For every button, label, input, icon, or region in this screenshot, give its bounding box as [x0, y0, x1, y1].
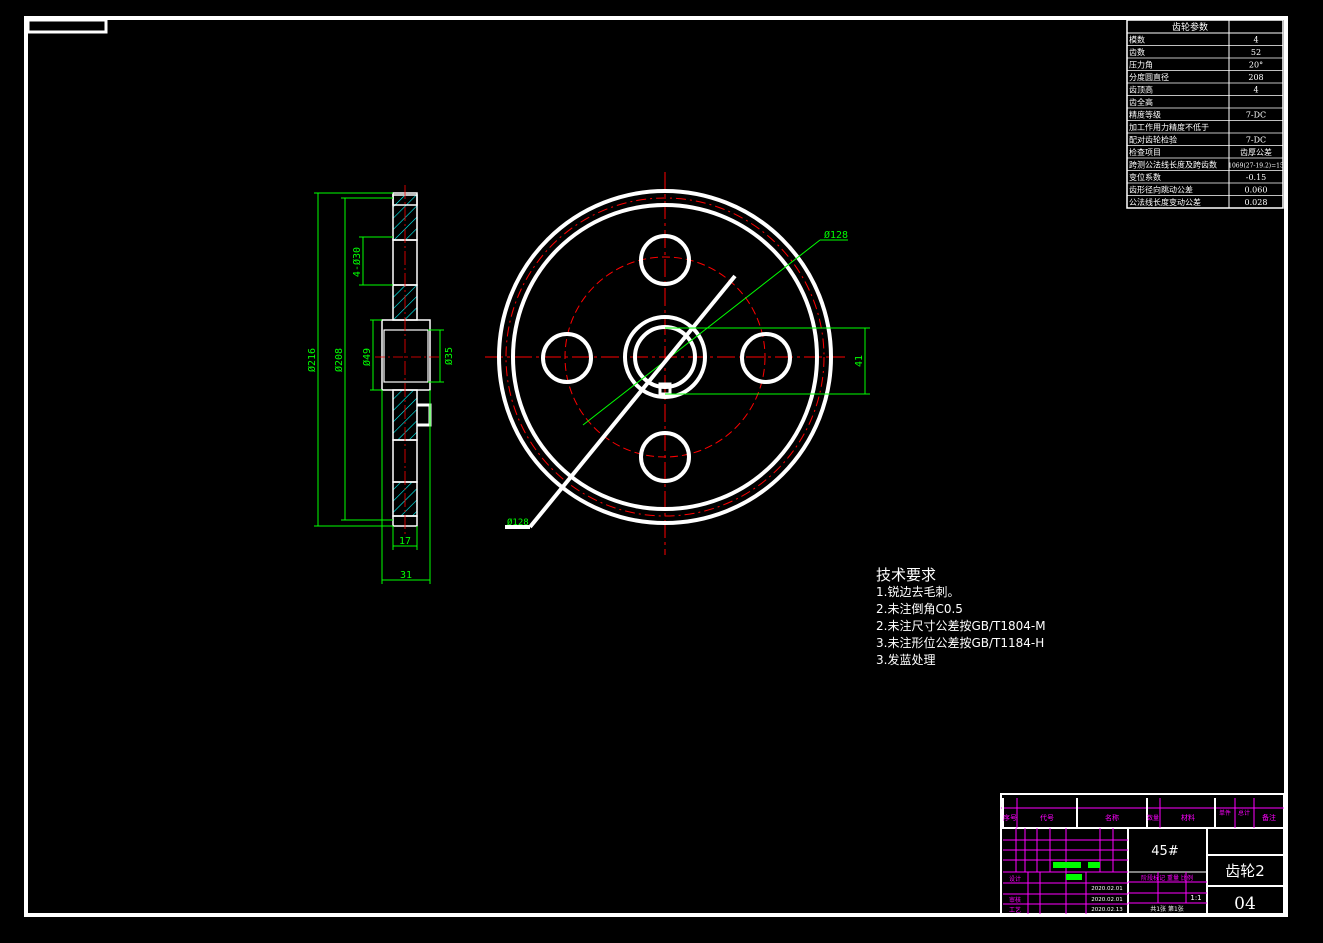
param-label: 跨测公法线长度及跨齿数 — [1129, 160, 1217, 170]
front-view: Ø128 Ø128 41 — [485, 172, 870, 555]
hdr-qty: 数量 — [1147, 814, 1159, 822]
param-value: -0.15 — [1246, 173, 1267, 182]
param-value: 1069(27-19.2)=15 — [1228, 163, 1284, 170]
hdr-name: 名称 — [1105, 813, 1119, 822]
hdr-code: 代号 — [1040, 813, 1054, 822]
cad-drawing: 齿轮参数 模数 4 齿数 52 压力角 20° 分度圆直径 208 齿顶高 4 齿全高精度等级 7-D… — [24, 16, 1288, 917]
tech-line-1: 1.锐边去毛刺。 — [876, 585, 960, 599]
leader-bottom-label: Ø128 — [507, 517, 529, 528]
param-label: 齿顶高 — [1129, 85, 1153, 95]
sign-green-bar-3 — [1066, 874, 1082, 880]
side-view: Ø216 Ø208 4-Ø30 Ø49 Ø35 17 31 — [306, 185, 455, 584]
param-value: 齿厚公差 — [1240, 147, 1272, 157]
sign-role-design: 设计 — [1009, 875, 1021, 883]
param-label: 变位系数 — [1129, 172, 1161, 182]
hdr-material: 材料 — [1181, 813, 1195, 822]
param-table-title: 齿轮参数 — [1172, 21, 1208, 33]
param-label: 配对齿轮检验 — [1129, 135, 1177, 145]
part-name: 齿轮2 — [1225, 862, 1265, 880]
param-label: 加工作用力精度不低于 — [1129, 122, 1209, 132]
dim-d35: Ø35 — [443, 347, 455, 365]
dim-d49: Ø49 — [361, 348, 373, 366]
tech-line-3: 2.未注尺寸公差按GB/T1804-M — [876, 619, 1046, 633]
param-value: 7-DC — [1246, 111, 1266, 120]
param-label: 齿形径向跳动公差 — [1129, 185, 1193, 195]
sheet-info: 共1张 第1张 — [1150, 905, 1184, 913]
param-value: 20° — [1249, 61, 1263, 70]
param-value: 52 — [1251, 48, 1261, 57]
hdr-remark: 备注 — [1262, 813, 1276, 822]
param-label: 齿数 — [1129, 47, 1145, 57]
leader-top-label: Ø128 — [824, 229, 848, 241]
sign-green-bar-1 — [1053, 862, 1081, 868]
param-label: 齿全高 — [1129, 97, 1153, 107]
hdr-unit: 单件 — [1219, 809, 1231, 817]
sign-date-process: 2020.02.13 — [1091, 907, 1123, 913]
tech-requirements: 技术要求 1.锐边去毛刺。 2.未注倒角C0.5 2.未注尺寸公差按GB/T18… — [876, 566, 1046, 669]
drawing-number: 04 — [1234, 894, 1256, 914]
material-value: 45# — [1151, 844, 1178, 859]
param-value: 4 — [1253, 86, 1258, 95]
corner-tag — [26, 18, 108, 34]
sign-date-review: 2020.02.01 — [1091, 897, 1123, 903]
hole-right — [740, 332, 792, 384]
param-label: 模数 — [1129, 35, 1145, 45]
dim-31: 31 — [400, 570, 412, 581]
keyway-dim-label: 41 — [854, 355, 865, 367]
tech-line-4: 3.未注形位公差按GB/T1184-H — [876, 636, 1045, 650]
sign-date-design: 2020.02.01 — [1091, 886, 1123, 892]
sign-role-process: 工艺 — [1009, 906, 1021, 914]
param-value: 0.028 — [1245, 198, 1268, 207]
param-label: 公法线长度变动公差 — [1129, 197, 1201, 207]
param-value: 208 — [1248, 73, 1263, 82]
dim-d216: Ø216 — [306, 348, 318, 372]
tech-title: 技术要求 — [876, 566, 937, 584]
tech-line-2: 2.未注倒角C0.5 — [876, 602, 963, 616]
param-label: 检查项目 — [1129, 147, 1161, 157]
param-value: 7-DC — [1246, 136, 1266, 145]
param-value: 4 — [1253, 36, 1258, 45]
outer-frame — [24, 16, 1288, 917]
param-label: 压力角 — [1129, 60, 1153, 70]
param-table: 齿轮参数 模数 4 齿数 52 压力角 20° 分度圆直径 208 齿顶高 4 齿全高精度等级 7-D… — [1126, 19, 1284, 209]
hdr-total: 总计 — [1238, 809, 1250, 817]
dim-holes: 4-Ø30 — [351, 247, 363, 277]
scale-value: 1:1 — [1190, 894, 1201, 902]
sign-role-review: 审核 — [1009, 896, 1021, 904]
tech-line-5: 3.发蓝处理 — [876, 653, 936, 667]
param-label: 分度圆直径 — [1129, 72, 1169, 82]
stage-label-row: 阶段标记 重量 比例 — [1141, 874, 1193, 882]
dim-d208: Ø208 — [333, 348, 345, 372]
keyway-mark — [417, 403, 432, 427]
param-label: 精度等级 — [1129, 110, 1161, 120]
param-value: 0.060 — [1245, 186, 1268, 195]
title-block: 序号 代号 名称 数量 材料 单件 总计 备注 45# 齿轮2 04 阶段标记 … — [1000, 793, 1285, 915]
hdr-seq: 序号 — [1003, 813, 1017, 822]
hub-bore — [383, 329, 429, 383]
sign-green-bar-2 — [1088, 862, 1100, 868]
dim-17: 17 — [399, 536, 411, 547]
